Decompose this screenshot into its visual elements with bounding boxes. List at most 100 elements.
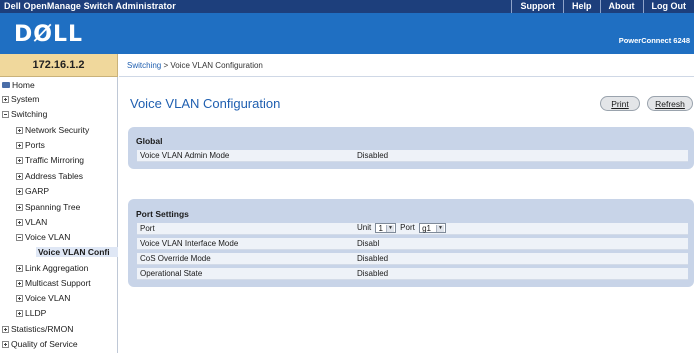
admin-mode-value: Disabled bbox=[357, 151, 389, 160]
cos-override-value: Disabled bbox=[357, 254, 389, 263]
sidebar-item-label: LLDP bbox=[25, 308, 47, 318]
port-select[interactable]: g1 ▼ bbox=[419, 223, 446, 233]
port-settings-title: Port Settings bbox=[136, 209, 189, 219]
admin-mode-label: Voice VLAN Admin Mode bbox=[140, 151, 230, 160]
sidebar-item-label: Voice VLAN Confi bbox=[38, 247, 110, 257]
port-select-label: Port bbox=[400, 223, 415, 232]
operational-state-value: Disabled bbox=[357, 269, 389, 278]
sidebar-item-label: Voice VLAN bbox=[25, 293, 71, 303]
sidebar-item-label: Statistics/RMON bbox=[11, 324, 74, 334]
sidebar-item-address-tables[interactable]: Address Tables bbox=[16, 171, 83, 181]
sidebar-item-label: Link Aggregation bbox=[25, 263, 89, 273]
sidebar-item-voice-vlan-configuration[interactable]: Voice VLAN Confi bbox=[36, 247, 118, 257]
top-bar: Dell OpenManage Switch Administrator Sup… bbox=[0, 0, 694, 13]
sidebar-item-label: Voice VLAN bbox=[25, 232, 71, 242]
port-selectors: Unit 1 ▼ Port g1 ▼ bbox=[357, 223, 448, 233]
operational-state-label: Operational State bbox=[140, 269, 203, 278]
cos-override-label: CoS Override Mode bbox=[140, 254, 211, 263]
sidebar-item-vlan[interactable]: VLAN bbox=[16, 217, 47, 227]
expand-icon bbox=[16, 156, 23, 164]
dell-logo: DØLL bbox=[14, 22, 84, 47]
breadcrumb-switching-link[interactable]: Switching bbox=[127, 61, 161, 70]
operational-state-row: Operational State Disabled bbox=[137, 268, 688, 280]
sidebar-item-label: Spanning Tree bbox=[25, 202, 81, 212]
expand-icon bbox=[16, 141, 23, 149]
sidebar-item-home[interactable]: Home bbox=[2, 80, 35, 90]
sidebar-item-label: VLAN bbox=[25, 217, 48, 227]
expand-icon bbox=[16, 279, 23, 287]
support-link[interactable]: Support bbox=[511, 0, 563, 13]
port-label: Port bbox=[140, 224, 155, 233]
unit-label: Unit bbox=[357, 223, 372, 232]
global-section: Global bbox=[128, 127, 694, 169]
expand-icon bbox=[16, 126, 23, 134]
collapse-icon bbox=[2, 110, 9, 118]
unit-select-value: 1 bbox=[378, 224, 383, 233]
unit-select[interactable]: 1 ▼ bbox=[375, 223, 396, 233]
sidebar-item-label: Ports bbox=[25, 140, 45, 150]
global-section-title: Global bbox=[136, 136, 163, 146]
breadcrumb-separator: > bbox=[161, 61, 171, 70]
sidebar-item-garp[interactable]: GARP bbox=[16, 186, 49, 196]
breadcrumb-bar: Switching > Voice VLAN Configuration bbox=[119, 54, 694, 77]
expand-icon bbox=[2, 95, 9, 103]
sidebar-item-network-security[interactable]: Network Security bbox=[16, 125, 89, 135]
help-link[interactable]: Help bbox=[562, 0, 600, 13]
top-links: Support Help About Log Out bbox=[511, 0, 694, 13]
home-icon bbox=[2, 82, 10, 88]
expand-icon bbox=[16, 309, 23, 317]
switch-ip-box: 172.16.1.2 bbox=[0, 54, 118, 77]
sidebar-item-label: System bbox=[11, 94, 40, 104]
sidebar-item-switching[interactable]: Switching bbox=[2, 109, 47, 119]
refresh-button[interactable]: Refresh bbox=[647, 96, 693, 111]
expand-icon bbox=[2, 340, 9, 348]
sidebar-item-statistics-rmon[interactable]: Statistics/RMON bbox=[2, 324, 73, 334]
sidebar-item-traffic-mirroring[interactable]: Traffic Mirroring bbox=[16, 155, 84, 165]
breadcrumb-current: Voice VLAN Configuration bbox=[170, 61, 263, 70]
expand-icon bbox=[16, 172, 23, 180]
sidebar-item-label: Multicast Support bbox=[25, 278, 91, 288]
sidebar-item-label: Traffic Mirroring bbox=[25, 155, 85, 165]
admin-mode-row: Voice VLAN Admin Mode Disabled bbox=[137, 150, 688, 162]
app-title: Dell OpenManage Switch Administrator bbox=[4, 1, 176, 11]
switch-ip: 172.16.1.2 bbox=[32, 59, 85, 71]
chevron-down-icon: ▼ bbox=[435, 225, 444, 232]
interface-mode-label: Voice VLAN Interface Mode bbox=[140, 239, 239, 248]
about-link[interactable]: About bbox=[599, 0, 643, 13]
breadcrumb: Switching > Voice VLAN Configuration bbox=[127, 61, 263, 70]
expand-icon bbox=[16, 203, 23, 211]
expand-icon bbox=[16, 218, 23, 226]
port-select-value: g1 bbox=[422, 224, 431, 233]
sidebar-item-label: Home bbox=[12, 80, 35, 90]
page-title: Voice VLAN Configuration bbox=[130, 96, 281, 111]
sidebar-item-quality-of-service[interactable]: Quality of Service bbox=[2, 339, 78, 349]
collapse-icon bbox=[16, 233, 23, 241]
sidebar-item-voice-vlan[interactable]: Voice VLAN bbox=[16, 232, 70, 242]
sidebar-item-spanning-tree[interactable]: Spanning Tree bbox=[16, 202, 80, 212]
chevron-down-icon: ▼ bbox=[385, 225, 394, 232]
sidebar-item-system[interactable]: System bbox=[2, 94, 39, 104]
sidebar-item-ports[interactable]: Ports bbox=[16, 140, 45, 150]
sidebar-item-label: Switching bbox=[11, 109, 48, 119]
sidebar-item-label: GARP bbox=[25, 186, 50, 196]
expand-icon bbox=[16, 264, 23, 272]
sidebar-item-multicast-support[interactable]: Multicast Support bbox=[16, 278, 91, 288]
header-banner: DØLL PowerConnect 6248 bbox=[0, 13, 694, 54]
sidebar-item-label: Network Security bbox=[25, 125, 90, 135]
sidebar-item-label: Quality of Service bbox=[11, 339, 78, 349]
interface-mode-row: Voice VLAN Interface Mode Disabl bbox=[137, 238, 688, 250]
expand-icon bbox=[16, 294, 23, 302]
cos-override-row: CoS Override Mode Disabled bbox=[137, 253, 688, 265]
sidebar-item-label: Address Tables bbox=[25, 171, 83, 181]
sidebar-item-link-aggregation[interactable]: Link Aggregation bbox=[16, 263, 88, 273]
port-row: Port Unit 1 ▼ Port g1 ▼ bbox=[137, 223, 688, 235]
product-name: PowerConnect 6248 bbox=[618, 36, 690, 45]
expand-icon bbox=[16, 187, 23, 195]
sidebar-item-lldp[interactable]: LLDP bbox=[16, 308, 46, 318]
print-button[interactable]: Print bbox=[600, 96, 640, 111]
logout-link[interactable]: Log Out bbox=[642, 0, 694, 13]
expand-icon bbox=[2, 325, 9, 333]
interface-mode-value: Disabl bbox=[357, 239, 380, 248]
sidebar: Home System Switching Network Security P… bbox=[0, 77, 118, 353]
sidebar-item-voice-vlan-2[interactable]: Voice VLAN bbox=[16, 293, 70, 303]
